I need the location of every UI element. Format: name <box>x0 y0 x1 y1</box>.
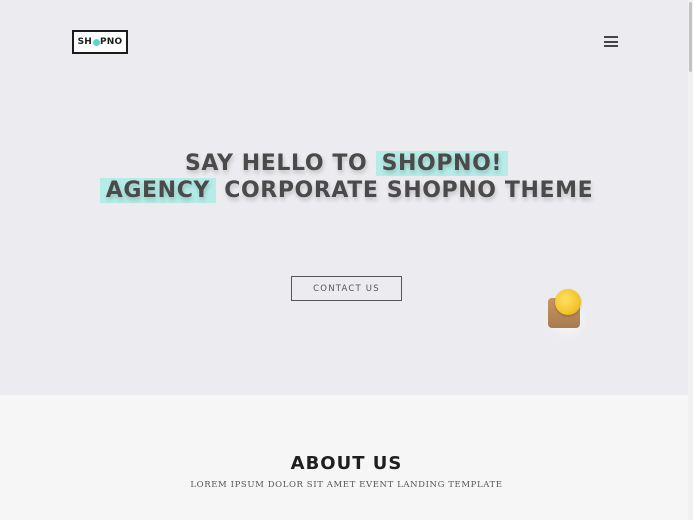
headline-line2: AGENCY CORPORATE SHOPNO THEME <box>99 178 594 203</box>
logo-dot-icon <box>92 38 100 46</box>
headline-highlight-shopno: SHOPNO! <box>375 151 509 176</box>
logo-text-start: SH <box>77 37 93 47</box>
hamburger-menu-icon[interactable] <box>604 36 618 47</box>
page: SH PNO SAY HELLO TO SHOPNO! AGENCY CORPOR… <box>0 0 693 520</box>
logo-text-end: PNO <box>100 37 123 47</box>
hero-headline: SAY HELLO TO SHOPNO! AGENCY CORPORATE SH… <box>0 150 693 204</box>
coin <box>555 289 581 315</box>
headline-highlight-agency: AGENCY <box>99 178 216 203</box>
menu-bar-2 <box>604 40 618 43</box>
about-subtitle: LOREM IPSUM DOLOR SIT AMET EVENT LANDING… <box>190 480 503 490</box>
headline-line2-text: CORPORATE SHOPNO THEME <box>215 178 594 203</box>
menu-bar-1 <box>604 36 618 38</box>
headline-line1-text: SAY HELLO TO <box>184 151 376 176</box>
contact-us-button[interactable]: CONTACT US <box>291 276 402 301</box>
logo[interactable]: SH PNO <box>72 30 128 54</box>
coin-stack-icon <box>545 286 589 342</box>
page-scrollbar[interactable] <box>688 0 693 520</box>
about-title: ABOUT US <box>290 453 403 474</box>
headline-line1: SAY HELLO TO SHOPNO! <box>184 151 509 176</box>
hero-section: SH PNO SAY HELLO TO SHOPNO! AGENCY CORPOR… <box>0 0 688 395</box>
scrollbar-thumb[interactable] <box>689 2 692 72</box>
about-section: ABOUT US LOREM IPSUM DOLOR SIT AMET EVEN… <box>0 395 688 520</box>
menu-bar-3 <box>604 45 618 47</box>
